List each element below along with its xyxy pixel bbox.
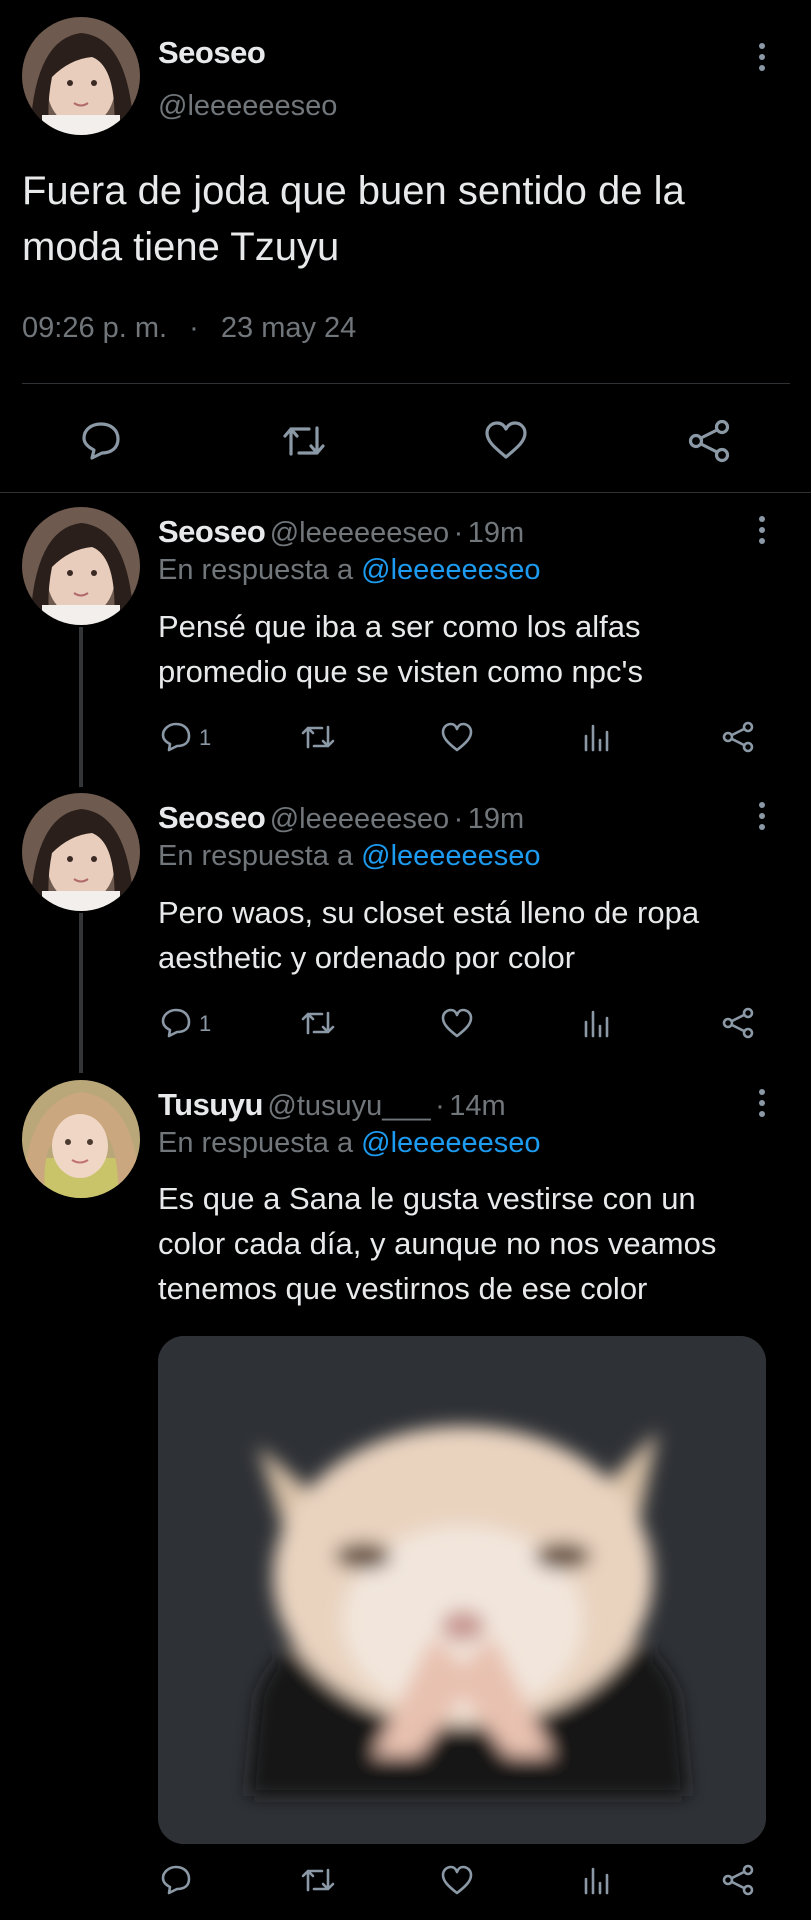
- reply-handle-link[interactable]: @leeeeeeseo: [361, 840, 540, 872]
- views-icon[interactable]: [582, 1865, 612, 1895]
- like-icon[interactable]: [484, 420, 528, 460]
- thread-line: [79, 627, 83, 787]
- divider: [22, 383, 790, 384]
- like-icon[interactable]: [440, 1865, 474, 1895]
- share-icon[interactable]: [686, 418, 732, 464]
- more-icon[interactable]: [759, 43, 769, 76]
- reply-prefix: En respuesta a: [158, 1127, 354, 1159]
- reply-count: 1: [199, 1011, 212, 1036]
- author-name[interactable]: Tusuyu: [158, 1087, 263, 1122]
- reply-context: En respuesta a @leeeeeeseo: [158, 840, 541, 873]
- author-name[interactable]: Seoseo: [158, 514, 266, 549]
- author-name[interactable]: Seoseo: [158, 35, 266, 71]
- more-icon[interactable]: [759, 802, 769, 835]
- more-icon[interactable]: [759, 1089, 769, 1122]
- share-icon[interactable]: [721, 1006, 755, 1040]
- reply-header: Seoseo @leeeeeeseo · 19m: [158, 514, 524, 550]
- tweet-age: 14m: [449, 1090, 506, 1122]
- reply-header: Tusuyu @tusuyu___ · 14m: [158, 1087, 506, 1123]
- author-handle[interactable]: @tusuyu___: [267, 1090, 430, 1122]
- avatar[interactable]: [22, 17, 140, 135]
- tweet-time: 09:26 p. m.: [22, 312, 168, 344]
- retweet-icon[interactable]: [281, 420, 327, 462]
- reply-text: Es que a Sana le gusta vestirse con un c…: [158, 1181, 717, 1306]
- author-handle[interactable]: @leeeeeeseo: [270, 803, 449, 835]
- views-icon[interactable]: [582, 722, 612, 752]
- avatar[interactable]: [22, 1080, 140, 1198]
- retweet-icon[interactable]: [300, 1007, 336, 1039]
- separator-dot: ·: [453, 803, 464, 835]
- tweet-date: 23 may 24: [220, 312, 357, 344]
- author-handle[interactable]: @leeeeeeseo: [158, 90, 337, 123]
- author-handle[interactable]: @leeeeeeseo: [270, 517, 449, 549]
- cat-image: [158, 1336, 766, 1844]
- comment-icon[interactable]: [160, 1007, 192, 1039]
- share-icon[interactable]: [721, 720, 755, 754]
- tweet-age: 19m: [467, 803, 525, 835]
- separator-dot: ·: [435, 1090, 445, 1122]
- separator-dot: ·: [453, 517, 464, 549]
- retweet-icon[interactable]: [300, 721, 336, 753]
- comment-icon[interactable]: [160, 1864, 192, 1896]
- comment-icon[interactable]: [160, 721, 192, 753]
- tweet-timestamp: 09:26 p. m. · 23 may 24: [22, 312, 356, 345]
- separator-dot: ·: [189, 312, 199, 344]
- tweet-text: Fuera de joda que buen sentido de la mod…: [22, 169, 685, 269]
- avatar[interactable]: [22, 507, 140, 625]
- author-name[interactable]: Seoseo: [158, 800, 266, 835]
- reply-context: En respuesta a @leeeeeeseo: [158, 554, 541, 587]
- divider: [0, 492, 811, 493]
- reply-context: En respuesta a @leeeeeeseo: [158, 1127, 541, 1160]
- like-icon[interactable]: [440, 1008, 474, 1038]
- reply-text: Pensé que iba a ser como los alfas prome…: [158, 609, 643, 689]
- reply-text: Pero waos, su closet está lleno de ropa …: [158, 895, 700, 975]
- more-icon[interactable]: [759, 516, 769, 549]
- avatar[interactable]: [22, 793, 140, 911]
- reply-header: Seoseo @leeeeeeseo · 19m: [158, 800, 524, 836]
- reply-count: 1: [199, 725, 212, 750]
- reply-prefix: En respuesta a: [158, 840, 354, 872]
- retweet-icon[interactable]: [300, 1864, 336, 1896]
- views-icon[interactable]: [582, 1008, 612, 1038]
- thread-line: [79, 913, 83, 1073]
- comment-icon[interactable]: [80, 420, 122, 462]
- tweet-age: 19m: [467, 517, 525, 549]
- media-image[interactable]: [158, 1336, 766, 1844]
- share-icon[interactable]: [721, 1863, 755, 1897]
- reply-handle-link[interactable]: @leeeeeeseo: [361, 554, 540, 586]
- reply-prefix: En respuesta a: [158, 554, 354, 586]
- reply-handle-link[interactable]: @leeeeeeseo: [361, 1127, 540, 1159]
- like-icon[interactable]: [440, 722, 474, 752]
